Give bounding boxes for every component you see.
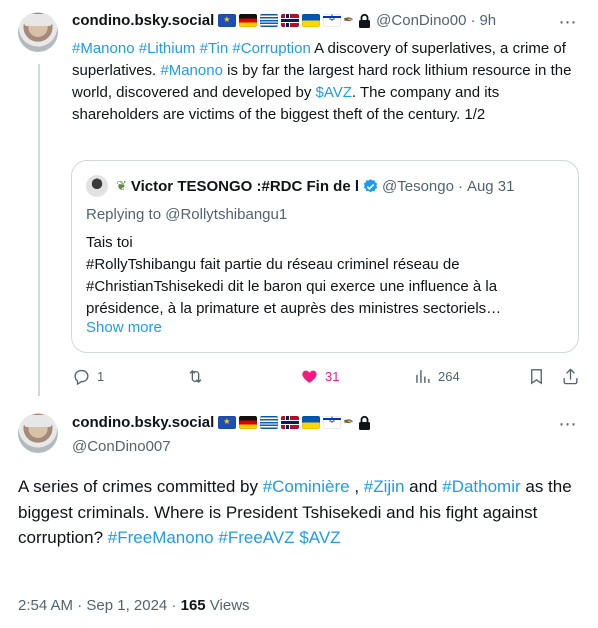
show-more-link[interactable]: Show more bbox=[86, 319, 162, 336]
handle[interactable]: @ConDino007 bbox=[72, 438, 171, 455]
norway-flag-icon bbox=[281, 14, 300, 27]
ukraine-flag-icon bbox=[302, 14, 321, 27]
reply-button[interactable]: 1 bbox=[72, 367, 104, 386]
quoted-line: Tais toi bbox=[86, 234, 133, 251]
separator-dot: · bbox=[470, 12, 476, 29]
hashtag-link[interactable]: #FreeAVZ bbox=[218, 528, 294, 547]
display-name[interactable]: condino.bsky.social bbox=[72, 414, 214, 431]
thread-connector-line bbox=[38, 64, 40, 396]
text-segment: A series of crimes committed by bbox=[18, 477, 263, 496]
share-button[interactable] bbox=[561, 367, 580, 386]
hashtag-link[interactable]: #Lithium bbox=[139, 40, 196, 57]
israel-flag-icon bbox=[323, 416, 342, 429]
post-header: condino.bsky.social ✒ @ConDino00 · 9h bbox=[72, 12, 552, 29]
repost-icon bbox=[189, 370, 202, 383]
more-options-icon[interactable]: ⋯ bbox=[558, 414, 578, 434]
quoted-tweet-card[interactable]: ❦ Victor TESONGO :#RDC Fin de l @Tesongo… bbox=[71, 160, 579, 353]
views-label: Views bbox=[205, 597, 250, 614]
post-timestamp[interactable]: 2:54 AM · Sep 1, 2024 · bbox=[18, 597, 181, 614]
post-time: Aug 31 bbox=[466, 177, 515, 195]
views-button[interactable]: 264 bbox=[413, 367, 460, 386]
repost-button[interactable] bbox=[186, 367, 211, 386]
like-count: 31 bbox=[325, 369, 340, 384]
greece-flag-icon bbox=[260, 14, 279, 27]
israel-flag-icon bbox=[323, 14, 342, 27]
views-count: 264 bbox=[438, 369, 460, 384]
share-icon bbox=[563, 368, 578, 385]
views-count: 165 bbox=[180, 597, 206, 614]
post-text: #Manono #Lithium #Tin #Corruption A disc… bbox=[72, 38, 580, 126]
replying-to: Replying to @Rollytshibangu1 bbox=[86, 206, 287, 223]
text-segment: , bbox=[349, 477, 364, 496]
replying-handle: @Rollytshibangu1 bbox=[165, 206, 288, 223]
bookmark-icon bbox=[531, 369, 542, 385]
lock-icon bbox=[359, 13, 371, 28]
tweet-thread: condino.bsky.social ✒ @ConDino00 · 9h ⋯ … bbox=[0, 0, 598, 628]
norway-flag-icon bbox=[281, 416, 300, 429]
flag-emoji-group bbox=[218, 416, 342, 429]
analytics-icon bbox=[416, 370, 430, 383]
separator-dot: · bbox=[457, 177, 463, 195]
lock-icon bbox=[359, 415, 371, 430]
like-button[interactable]: 31 bbox=[300, 367, 339, 386]
germany-flag-icon bbox=[239, 14, 258, 27]
quoted-tweet-header: ❦ Victor TESONGO :#RDC Fin de l @Tesongo… bbox=[86, 175, 515, 197]
hashtag-link[interactable]: #Manono bbox=[72, 40, 135, 57]
post-header: condino.bsky.social ✒ bbox=[72, 414, 372, 431]
post-text: A series of crimes committed by #Cominiè… bbox=[18, 474, 578, 551]
display-name[interactable]: condino.bsky.social bbox=[72, 12, 214, 29]
action-bar: 1 31 264 bbox=[72, 367, 582, 391]
hashtag-link[interactable]: #Zijin bbox=[364, 477, 405, 496]
avatar bbox=[86, 175, 108, 197]
hashtag-link[interactable]: #Manono bbox=[160, 62, 223, 79]
verified-badge-icon bbox=[363, 178, 378, 192]
cashtag-link[interactable]: $AVZ bbox=[316, 84, 352, 101]
quoted-line: #RollyTshibangu fait partie du réseau cr… bbox=[86, 256, 502, 317]
replying-prefix: Replying to bbox=[86, 206, 166, 223]
flag-emoji-group bbox=[218, 14, 342, 27]
avatar[interactable] bbox=[18, 413, 58, 453]
feather-icon: ✒ bbox=[343, 415, 355, 430]
greece-flag-icon bbox=[260, 416, 279, 429]
post-time[interactable]: 9h bbox=[479, 12, 496, 29]
bookmark-button[interactable] bbox=[527, 367, 546, 386]
hashtag-link[interactable]: #Tin bbox=[200, 40, 229, 57]
more-options-icon[interactable]: ⋯ bbox=[558, 12, 578, 32]
reply-icon bbox=[74, 369, 89, 386]
olive-branch-icon: ❦ bbox=[116, 178, 127, 194]
hashtag-link[interactable]: #Cominière bbox=[263, 477, 350, 496]
hashtag-link[interactable]: #Dathomir bbox=[442, 477, 520, 496]
eu-flag-icon bbox=[218, 416, 237, 429]
post-metadata: 2:54 AM · Sep 1, 2024 · 165 Views bbox=[18, 597, 250, 614]
heart-icon bbox=[302, 370, 317, 383]
ukraine-flag-icon bbox=[302, 416, 321, 429]
hashtag-link[interactable]: #Corruption bbox=[232, 40, 310, 57]
quoted-tweet-text: Tais toi #RollyTshibangu fait partie du r… bbox=[86, 232, 570, 320]
display-name: Victor TESONGO :#RDC Fin de l bbox=[130, 177, 359, 195]
handle[interactable]: @ConDino00 bbox=[376, 12, 466, 29]
hashtag-link[interactable]: #FreeManono bbox=[108, 528, 214, 547]
avatar[interactable] bbox=[18, 12, 58, 52]
eu-flag-icon bbox=[218, 14, 237, 27]
handle: @Tesongo bbox=[382, 177, 454, 195]
feather-icon: ✒ bbox=[343, 13, 355, 28]
text-segment: and bbox=[404, 477, 443, 496]
reply-count: 1 bbox=[97, 369, 105, 384]
germany-flag-icon bbox=[239, 416, 258, 429]
cashtag-link[interactable]: $AVZ bbox=[299, 528, 340, 547]
